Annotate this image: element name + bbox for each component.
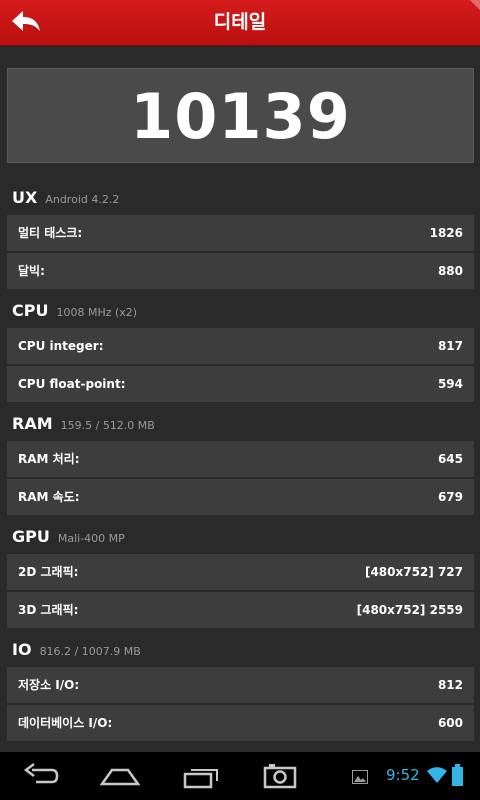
row-label: 2D 그래픽: — [18, 565, 79, 579]
section-header-ux: UX Android 4.2.2 — [12, 188, 119, 212]
nav-back-icon — [23, 763, 59, 784]
row-value: [480x752] 727 — [364, 565, 463, 579]
recent-apps-icon — [183, 769, 218, 789]
total-score-panel: 10139 — [7, 68, 474, 163]
camera-icon — [263, 764, 297, 789]
result-row-3d-graphics[interactable]: 3D 그래픽: [480x752] 2559 — [7, 592, 474, 629]
nav-back-button[interactable] — [22, 761, 60, 791]
battery-status — [452, 764, 463, 786]
row-value: 1826 — [429, 226, 463, 240]
section-name: GPU — [12, 527, 50, 546]
row-label: 달빅: — [18, 264, 45, 278]
row-value: 645 — [437, 452, 463, 466]
corner-decoration — [470, 0, 480, 10]
nav-recent-apps-button[interactable] — [182, 761, 222, 791]
section-name: UX — [12, 188, 38, 207]
back-arrow-icon — [12, 11, 40, 31]
result-row-multitask[interactable]: 멀티 태스크: 1826 — [7, 215, 474, 252]
row-label: CPU float-point: — [18, 377, 126, 391]
row-value: 594 — [437, 377, 463, 391]
result-row-database-io[interactable]: 데이터베이스 I/O: 600 — [7, 705, 474, 742]
wifi-icon — [427, 767, 447, 783]
home-icon — [99, 768, 141, 786]
result-row-cpu-integer[interactable]: CPU integer: 817 — [7, 328, 474, 365]
row-value: 679 — [437, 490, 463, 504]
row-label: 데이터베이스 I/O: — [18, 716, 113, 730]
section-subtitle: Mali-400 MP — [57, 532, 125, 545]
wifi-status — [427, 767, 447, 783]
status-clock: 9:52 — [386, 766, 420, 784]
image-notification[interactable] — [352, 769, 368, 784]
result-row-storage-io[interactable]: 저장소 I/O: 812 — [7, 667, 474, 704]
result-row-ram-speed[interactable]: RAM 속도: 679 — [7, 479, 474, 516]
result-row-ram-process[interactable]: RAM 처리: 645 — [7, 441, 474, 478]
row-value: 812 — [437, 678, 463, 692]
back-button[interactable] — [10, 8, 44, 36]
row-value: 880 — [437, 264, 463, 278]
result-row-2d-graphics[interactable]: 2D 그래픽: [480x752] 727 — [7, 554, 474, 591]
row-label: CPU integer: — [18, 339, 104, 353]
result-row-dalvik[interactable]: 달빅: 880 — [7, 253, 474, 290]
section-header-io: IO 816.2 / 1007.9 MB — [12, 640, 141, 664]
row-value: 817 — [437, 339, 463, 353]
section-subtitle: Android 4.2.2 — [45, 193, 120, 206]
page-title: 디테일 — [213, 11, 267, 33]
nav-home-button[interactable] — [99, 761, 141, 791]
section-subtitle: 159.5 / 512.0 MB — [60, 419, 155, 432]
image-notification-icon — [352, 770, 368, 784]
row-value: [480x752] 2559 — [356, 603, 463, 617]
row-value: 600 — [437, 716, 463, 730]
section-name: IO — [12, 640, 32, 659]
section-name: RAM — [12, 414, 53, 433]
battery-icon — [452, 764, 463, 786]
total-score: 10139 — [130, 80, 351, 153]
section-name: CPU — [12, 301, 49, 320]
row-label: RAM 속도: — [18, 490, 80, 504]
row-label: 저장소 I/O: — [18, 678, 80, 692]
system-nav-bar: 9:52 — [0, 752, 480, 800]
title-bar: 디테일 — [0, 0, 480, 46]
row-label: 멀티 태스크: — [18, 226, 83, 240]
result-row-cpu-float[interactable]: CPU float-point: 594 — [7, 366, 474, 403]
section-subtitle: 1008 MHz (x2) — [56, 306, 138, 319]
section-subtitle: 816.2 / 1007.9 MB — [39, 645, 141, 658]
section-header-cpu: CPU 1008 MHz (x2) — [12, 301, 137, 325]
screenshot-button[interactable] — [262, 761, 298, 791]
section-header-gpu: GPU Mali-400 MP — [12, 527, 125, 551]
section-header-ram: RAM 159.5 / 512.0 MB — [12, 414, 155, 438]
row-label: 3D 그래픽: — [18, 603, 79, 617]
row-label: RAM 처리: — [18, 452, 80, 466]
